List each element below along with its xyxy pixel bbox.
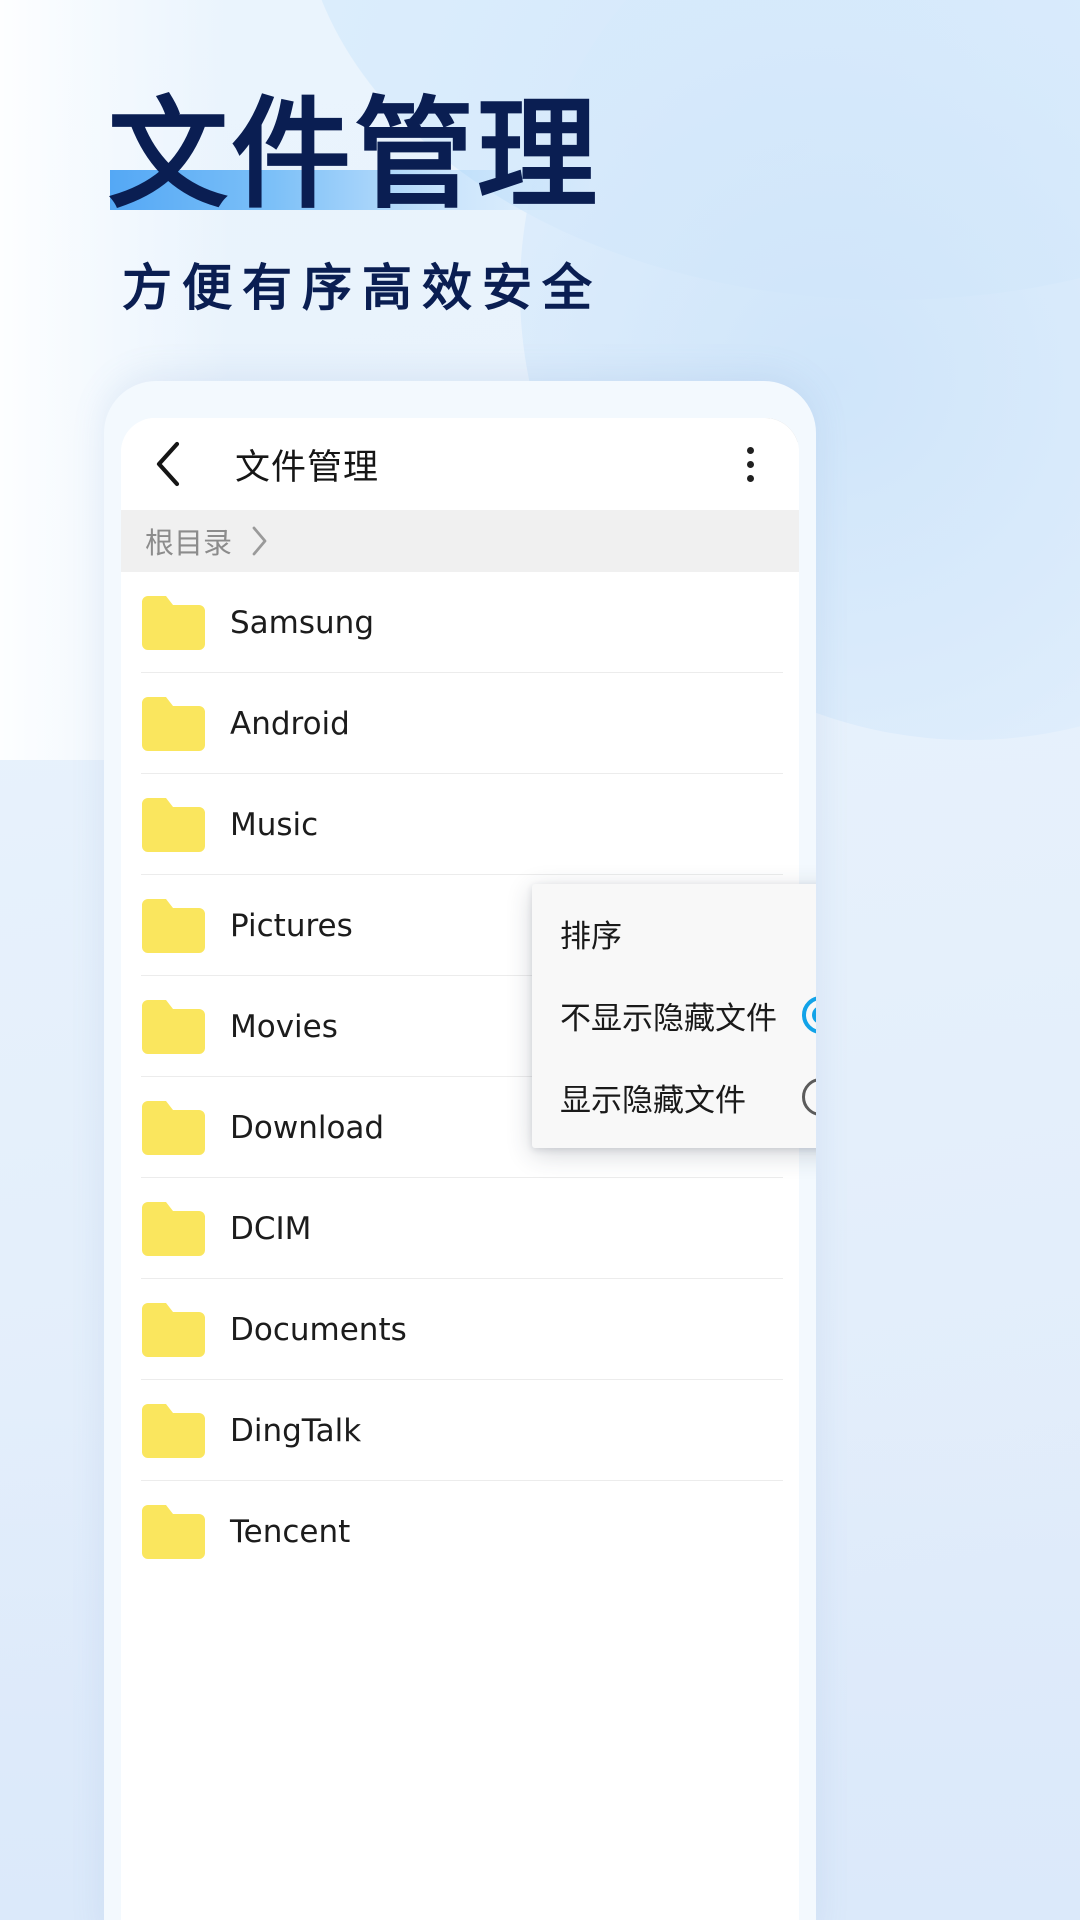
folder-icon (142, 898, 205, 953)
file-name: Music (230, 806, 319, 843)
menu-item[interactable]: 不显示隐藏文件 (532, 974, 816, 1056)
file-name: DingTalk (230, 1412, 362, 1449)
radio-button-unselected[interactable] (802, 1078, 816, 1116)
folder-icon (142, 1201, 205, 1256)
phone-screen: 文件管理 根目录 Samsung Android Music Pictures … (121, 418, 799, 1920)
file-name: Android (230, 705, 350, 742)
file-row[interactable]: Music (121, 774, 799, 875)
file-row[interactable]: DCIM (121, 1178, 799, 1279)
menu-item-label: 不显示隐藏文件 (560, 1000, 777, 1037)
menu-item-label: 显示隐藏文件 (560, 1082, 746, 1119)
page-root: 文件管理 方便有序高效安全 文件管理 根目录 Samsung Android M… (0, 0, 1080, 1920)
page-title: 文件管理 (108, 86, 600, 225)
file-name: Documents (230, 1311, 407, 1348)
file-row[interactable]: Tencent (121, 1481, 799, 1582)
file-name: Samsung (230, 604, 374, 641)
kebab-dot (746, 446, 754, 454)
hero-title-wrap: 文件管理 (108, 96, 600, 216)
breadcrumb-label[interactable]: 根目录 (145, 520, 232, 562)
file-row[interactable]: Samsung (121, 572, 799, 673)
kebab-dot (746, 460, 754, 468)
folder-icon (142, 1504, 205, 1559)
folder-icon (142, 595, 205, 650)
chevron-right-icon (250, 525, 270, 557)
radio-button-selected[interactable] (802, 996, 816, 1034)
file-name: Pictures (230, 907, 353, 944)
file-name: DCIM (230, 1210, 312, 1247)
file-name: Download (230, 1109, 385, 1146)
menu-item[interactable]: 排序 (532, 892, 816, 974)
menu-item[interactable]: 显示隐藏文件 (532, 1056, 816, 1138)
folder-icon (142, 1403, 205, 1458)
app-bar: 文件管理 (121, 418, 799, 510)
menu-item-label: 排序 (560, 918, 622, 955)
folder-icon (142, 696, 205, 751)
overflow-menu: 排序不显示隐藏文件 显示隐藏文件 (532, 884, 816, 1148)
file-row[interactable]: Documents (121, 1279, 799, 1380)
file-name: Tencent (230, 1513, 351, 1550)
chevron-left-icon[interactable] (145, 441, 191, 487)
more-vertical-icon[interactable] (727, 438, 773, 490)
folder-icon (142, 1100, 205, 1155)
file-row[interactable]: Android (121, 673, 799, 774)
page-subtitle: 方便有序高效安全 (122, 259, 602, 317)
breadcrumb[interactable]: 根目录 (121, 510, 799, 572)
file-name: Movies (230, 1008, 338, 1045)
file-row[interactable]: DingTalk (121, 1380, 799, 1481)
hero-section: 文件管理 方便有序高效安全 (108, 96, 988, 320)
folder-icon (142, 999, 205, 1054)
app-bar-title: 文件管理 (235, 447, 380, 488)
folder-icon (142, 797, 205, 852)
phone-mockup: 文件管理 根目录 Samsung Android Music Pictures … (104, 381, 816, 1920)
kebab-dot (746, 474, 754, 482)
folder-icon (142, 1302, 205, 1357)
